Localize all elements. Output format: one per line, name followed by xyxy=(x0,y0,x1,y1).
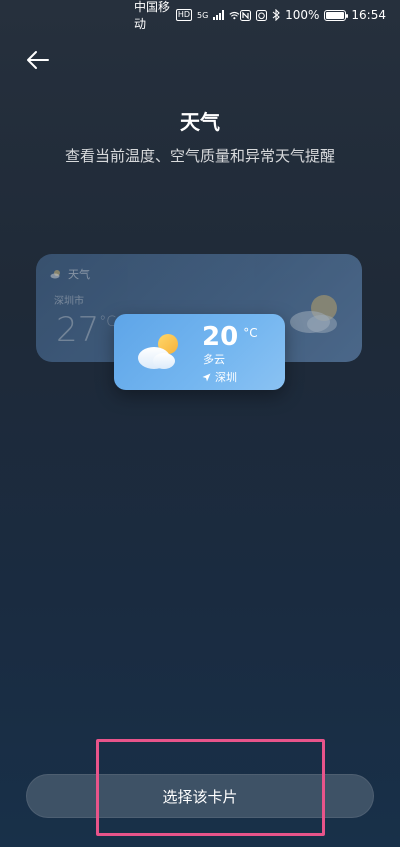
location-arrow-icon xyxy=(202,373,211,381)
card-large-location: 深圳市 xyxy=(54,296,84,307)
nfc-icon xyxy=(240,9,252,21)
card-small-temperature: 20 °C xyxy=(202,322,258,352)
battery-fill xyxy=(326,11,345,19)
battery-percent: 100% xyxy=(285,8,320,22)
network-type: 5G xyxy=(197,10,209,20)
alarm-icon xyxy=(256,9,268,21)
card-large-app-label: 天气 xyxy=(68,268,90,281)
bluetooth-icon xyxy=(272,9,280,21)
weather-app-icon xyxy=(50,270,60,279)
back-button[interactable] xyxy=(22,44,54,76)
status-bar: 中国移动 HD 5G 100% 16:54 xyxy=(0,0,400,32)
back-arrow-icon xyxy=(27,51,49,69)
hd-badge: HD xyxy=(175,9,193,21)
card-small-condition: 多云 xyxy=(203,353,225,366)
carrier-label: 中国移动 xyxy=(134,0,171,31)
status-bar-left: 中国移动 HD 5G xyxy=(134,0,240,32)
partly-cloudy-icon xyxy=(290,295,337,333)
card-small-location: 深圳 xyxy=(202,369,237,385)
battery-icon xyxy=(324,9,349,21)
card-large-header: 天气 xyxy=(50,266,90,282)
select-card-button[interactable]: 选择该卡片 xyxy=(26,774,374,818)
page-title: 天气 xyxy=(180,110,220,134)
weather-card-small[interactable]: 20 °C 多云 深圳 xyxy=(114,314,285,390)
partly-cloudy-icon xyxy=(138,334,178,369)
card-large-temperature: 27°C xyxy=(56,310,117,350)
wifi-icon xyxy=(229,11,240,19)
signal-icon xyxy=(213,10,225,20)
clock: 16:54 xyxy=(351,8,386,22)
status-bar-right: 100% 16:54 xyxy=(240,8,386,22)
page-subtitle: 查看当前温度、空气质量和异常天气提醒 xyxy=(64,147,335,165)
card-small-unit: °C xyxy=(243,326,258,340)
